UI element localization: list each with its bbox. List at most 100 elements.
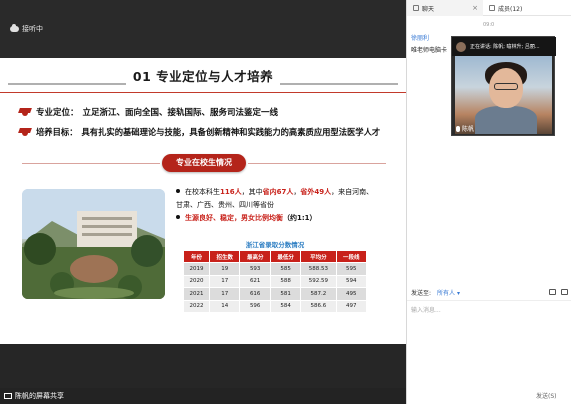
message-time: 09:0	[483, 22, 495, 28]
recipient-select[interactable]: 所有人 ▾	[437, 288, 460, 297]
slide-title-wrap: 01 专业定位与人才培养	[0, 66, 406, 85]
student-info: 在校本科生116人，其中省内67人，省外49人，来自河南、 甘肃、广西、贵州、四…	[176, 186, 398, 224]
share-top-bar: 接听中	[0, 0, 406, 58]
table-row: 2022 14 596 584 586.6 497	[182, 299, 368, 313]
info-line-2: 甘肃、广西、贵州、四川等省份	[176, 199, 398, 211]
tab-chat[interactable]: 聊天 ×	[407, 0, 483, 16]
screen-share-area: 接听中 01 专业定位与人才培养 专业定位： 立足浙江、面向全国、接轨国际、服务…	[0, 0, 406, 404]
table-cell: 2021	[182, 287, 211, 301]
table-cell: 595	[335, 262, 368, 276]
bullet-label: 专业定位：	[36, 108, 79, 118]
chat-tabs: 聊天 × 成员(12)	[407, 0, 571, 16]
info-line-3: 生源良好、稳定，男女比例均衡（约1:1）	[176, 212, 398, 224]
screen-share-icon	[4, 393, 12, 399]
call-status-text: 接听中	[22, 25, 43, 33]
close-icon[interactable]: ×	[472, 4, 478, 12]
bullet-text: 立足浙江、面向全国、接轨国际、服务司法鉴定一线	[82, 108, 279, 118]
table-row: 2020 17 621 588 592.59 594	[182, 274, 368, 288]
table-cell: 17	[209, 287, 241, 301]
info-highlight: 116人	[220, 188, 242, 196]
pill-line-left	[22, 163, 160, 164]
app-root: 接听中 01 专业定位与人才培养 专业定位： 立足浙江、面向全国、接轨国际、服务…	[0, 0, 571, 404]
speaking-text: 正在讲话: 陈帆; 喻林升; 吕丽...	[470, 44, 540, 50]
table-header: 招生数	[209, 250, 241, 263]
cloud-icon	[10, 24, 19, 32]
recipient-value: 所有人	[437, 289, 456, 297]
info-text: （约1:1）	[283, 214, 317, 222]
info-text: ，其中	[241, 188, 263, 196]
table-cell: 621	[239, 274, 271, 288]
info-highlight: 生源良好、稳定，男女比例均衡	[185, 214, 283, 222]
input-toolbar: 发送至: 所有人 ▾	[407, 286, 571, 298]
table-cell: 14	[209, 299, 241, 313]
table-cell: 19	[209, 262, 241, 276]
table-cell: 592.59	[300, 274, 337, 288]
campus-illustration	[22, 189, 165, 299]
screenshot-icon[interactable]	[561, 289, 568, 295]
table-cell: 593	[239, 262, 271, 276]
table-cell: 588.53	[300, 262, 337, 276]
title-divider	[0, 92, 406, 93]
message-text: 唯老师电脑卡	[411, 47, 448, 54]
video-feed	[455, 56, 552, 134]
table-cell: 584	[269, 299, 302, 313]
share-bottom-bar[interactable]: 陈帆的屏幕共享	[0, 388, 406, 404]
presentation-slide: 01 专业定位与人才培养 专业定位： 立足浙江、面向全国、接轨国际、服务司法鉴定…	[0, 58, 406, 344]
campus-photo	[22, 189, 165, 299]
table-header: 最高分	[239, 250, 271, 263]
info-text: 甘肃、广西、贵州、四川等省份	[176, 201, 274, 209]
bullet-text: 具有扎实的基础理论与技能，具备创新精神和实践能力的高素质应用型法医学人才	[81, 127, 381, 137]
input-placeholder: 输入消息...	[411, 307, 441, 314]
score-table: 年份 招生数 最高分 最低分 平均分 一段线 2019 19 593 585 5	[182, 250, 368, 313]
table-cell: 585	[269, 262, 302, 276]
bullet-goal: 培养目标： 具有扎实的基础理论与技能，具备创新精神和实践能力的高素质应用型法医学…	[18, 126, 380, 138]
table-cell: 2020	[182, 274, 211, 288]
chat-icon	[413, 5, 419, 11]
table-cell: 495	[335, 287, 368, 301]
message-input[interactable]: 输入消息...	[407, 300, 571, 385]
table-header: 最低分	[269, 250, 302, 263]
bullet-dot	[176, 189, 180, 193]
table-cell: 587.2	[300, 287, 337, 301]
pill-line-right	[248, 163, 386, 164]
table-cell: 594	[335, 274, 368, 288]
tab-members[interactable]: 成员(12)	[483, 0, 559, 16]
info-text: 在校本科生	[185, 188, 220, 196]
share-owner-label: 陈帆的屏幕共享	[15, 392, 64, 400]
graduation-cap-icon	[18, 108, 32, 117]
table-cell: 2019	[182, 262, 211, 276]
call-status: 接听中	[10, 24, 43, 34]
table-cell: 588	[269, 274, 302, 288]
table-header: 平均分	[300, 250, 337, 263]
table-cell: 616	[239, 287, 271, 301]
table-header: 年份	[182, 250, 211, 263]
section-pill: 专业在校生情况	[162, 154, 246, 172]
send-to-label: 发送至:	[411, 289, 432, 297]
table-cell: 497	[335, 299, 368, 313]
video-tile[interactable]: 正在讲话: 陈帆; 喻林升; 吕丽... 陈帆	[451, 36, 556, 136]
info-highlight: 省外49人	[300, 188, 332, 196]
file-icon[interactable]	[549, 289, 556, 295]
person-body	[475, 106, 537, 134]
table-cell: 586.6	[300, 299, 337, 313]
participant-name: 陈帆	[462, 126, 475, 133]
send-button[interactable]: 发送(S)	[536, 391, 557, 400]
mic-icon	[456, 125, 460, 132]
table-header: 一段线	[335, 250, 368, 263]
bullet-dot	[176, 215, 180, 219]
toolbar-icons	[549, 289, 568, 295]
bullet-label: 培养目标：	[36, 127, 78, 137]
info-highlight: 省内67人	[262, 188, 294, 196]
table-cell: 581	[269, 287, 302, 301]
members-icon	[489, 5, 495, 11]
table-header-row: 年份 招生数 最高分 最低分 平均分 一段线	[182, 250, 368, 263]
avatar	[456, 41, 466, 52]
message-sender: 徐丽利	[411, 35, 430, 42]
info-text: ，来自河南、	[331, 188, 374, 196]
speaking-indicator: 正在讲话: 陈帆; 喻林升; 吕丽...	[452, 37, 556, 56]
info-line-1: 在校本科生116人，其中省内67人，省外49人，来自河南、	[176, 186, 398, 198]
table-cell: 596	[239, 299, 271, 313]
tab-label: 聊天	[422, 5, 435, 13]
table-row: 2021 17 616 581 587.2 495	[182, 287, 368, 301]
tab-label: 成员(12)	[498, 5, 523, 13]
